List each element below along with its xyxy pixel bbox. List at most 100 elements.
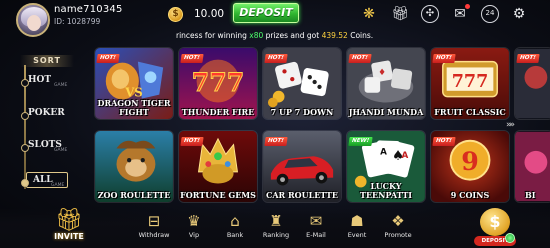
game-name: ZOO ROULETTE (97, 190, 171, 200)
game-grid: VS HOT! DRAGON TIGER FIGHT 777 HOT! THUN… (93, 47, 550, 204)
thunder-sevens: 777 (192, 67, 245, 97)
svg-text:A: A (380, 147, 387, 157)
balance-value: 10.00 (194, 8, 225, 20)
wheel-icon[interactable]: ✣ (421, 5, 439, 23)
hot-badge: HOT! (264, 137, 288, 146)
game-name: 9 COINS (450, 190, 490, 200)
game-lobby: name710345 ID: 1028799 $ 10.00 DEPOSIT ❋… (0, 0, 550, 248)
game-tile-zoo-roulette[interactable]: ZOO ROULETTE (94, 130, 174, 203)
sort-item-hot[interactable]: HOT GAME (16, 74, 74, 92)
avatar[interactable] (16, 3, 50, 37)
sort-item-sub: GAME (51, 183, 65, 188)
support-24-icon[interactable]: 24 (481, 5, 499, 23)
new-badge: NEW! (348, 137, 373, 146)
nav-label: Ranking (262, 231, 290, 239)
event-icon: ☗ (350, 212, 364, 230)
game-name: DRAGON TIGER FIGHT (97, 98, 171, 117)
game-name: 7 UP 7 DOWN (270, 107, 334, 117)
hot-badge: HOT! (264, 54, 288, 63)
game-name: THUNDER FIRE (181, 107, 255, 117)
sort-rail: SORT HOT GAME POKER SLOTS GAME ALL GAME (16, 55, 74, 189)
invite-icon: 🎁︎ (55, 208, 83, 233)
game-name: CAR ROULETTE (265, 190, 339, 200)
marquee-middle: prizes and got (263, 31, 322, 40)
nav-withdraw[interactable]: ⊟ Withdraw (132, 212, 176, 246)
deposit-button[interactable]: DEPOSIT (233, 3, 299, 23)
coin-icon: $ (168, 7, 183, 22)
sort-item-label: ALL (33, 175, 53, 185)
bank-icon: ⌂ (230, 212, 240, 230)
nav-event[interactable]: ☗ Event (335, 212, 379, 246)
nav-label: Promote (384, 231, 412, 239)
sort-item-label: HOT (28, 75, 52, 85)
nav-label: Withdraw (138, 231, 170, 239)
game-tile-thunder-fire[interactable]: 777 HOT! THUNDER FIRE (178, 47, 258, 120)
sort-item-label: POKER (28, 108, 65, 118)
nav-bank[interactable]: ⌂ Bank (213, 212, 257, 246)
settings-gear-icon[interactable]: ⚙ (510, 5, 528, 23)
avatar-face (27, 15, 41, 31)
scroll-right-icon[interactable]: »» (506, 120, 515, 130)
sort-item-poker[interactable]: POKER (16, 107, 74, 125)
gift-coins-icon[interactable]: ❋ (360, 5, 378, 23)
username: name710345 (54, 4, 123, 15)
fruit-sevens: 777 (452, 72, 489, 92)
game-name: FRUIT CLASSIC (434, 107, 506, 117)
svg-text:A: A (402, 151, 409, 161)
notification-dot (465, 4, 470, 9)
game-tile-9-coins[interactable]: 9 HOT! 9 COINS (430, 130, 510, 203)
top-bar: name710345 ID: 1028799 $ 10.00 DEPOSIT ❋… (0, 0, 550, 37)
game-tile-lucky-teenpatti[interactable]: A ♠ A NEW! LUCKY TEENPATTI (346, 130, 426, 203)
hot-badge: HOT! (432, 54, 456, 63)
marquee-amount: 439.52 (321, 31, 348, 40)
online-status-icon (505, 233, 515, 243)
invite-button[interactable]: 🎁︎ INVITE (46, 208, 92, 248)
game-tile-partial-top[interactable]: HOT! (514, 47, 550, 120)
marquee-multiplier: x80 (249, 31, 264, 40)
promote-icon: ❖ (391, 212, 405, 230)
nav-label: Event (347, 231, 367, 239)
nine-glyph: 9 (461, 146, 479, 176)
hot-badge: HOT! (180, 54, 204, 63)
sort-item-sub: GAME (54, 148, 68, 153)
game-tile-dragon-tiger[interactable]: VS HOT! DRAGON TIGER FIGHT (94, 47, 174, 120)
sort-bullet (21, 179, 29, 187)
sort-title: SORT (20, 55, 74, 67)
game-name: LUCKY TEENPATTI (359, 181, 413, 200)
game-name: BI (525, 190, 536, 200)
user-id: ID: 1028799 (54, 17, 101, 26)
sort-item-sub: GAME (54, 83, 68, 88)
sort-item-slots[interactable]: SLOTS GAME (16, 139, 74, 157)
nav-ranking[interactable]: ♜ Ranking (254, 212, 298, 246)
game-tile-fortune-gems[interactable]: HOT! FORTUNE GEMS (178, 130, 258, 203)
inbox-icon[interactable]: ✉ (451, 4, 470, 23)
marquee-prefix: rincess for winning (176, 31, 250, 40)
hot-badge: HOT! (432, 137, 456, 146)
withdraw-icon: ⊟ (147, 212, 161, 230)
hot-badge: HOT! (348, 54, 372, 63)
marquee-suffix: Coins. (347, 31, 374, 40)
gift-box-icon[interactable]: 🎁︎ (391, 5, 409, 23)
coin-stack-icon: $ (480, 208, 510, 236)
game-tile-jhandi-munda[interactable]: ♦ HOT! JHANDI MUNDA (346, 47, 426, 120)
nav-email[interactable]: ✉ E-Mail (294, 212, 338, 246)
game-tile-fruit-classic[interactable]: 777 HOT! FRUIT CLASSIC (430, 47, 510, 120)
sort-item-all[interactable]: ALL GAME (16, 172, 74, 192)
invite-label: INVITE (54, 232, 84, 241)
nav-vip[interactable]: ♛ Vip (172, 212, 216, 246)
hot-badge: HOT! (96, 54, 120, 63)
hot-badge: HOT! (516, 54, 540, 63)
email-icon: ✉ (309, 212, 323, 230)
ranking-podium-icon: ♜ (269, 212, 283, 230)
hot-badge: HOT! (180, 137, 204, 146)
game-name: JHANDI MUNDA (348, 107, 424, 117)
vip-crown-icon: ♛ (187, 212, 201, 230)
game-tile-7up7down[interactable]: HOT! 7 UP 7 DOWN (262, 47, 342, 120)
nav-promote[interactable]: ❖ Promote (376, 212, 420, 246)
game-tile-car-roulette[interactable]: HOT! CAR ROULETTE (262, 130, 342, 203)
game-tile-partial-bottom[interactable]: BI (514, 130, 550, 203)
nav-label: Vip (188, 231, 200, 239)
nav-label: Bank (226, 231, 244, 239)
svg-text:♦: ♦ (378, 68, 386, 78)
winner-marquee: rincess for winning x80 prizes and got 4… (176, 31, 436, 43)
